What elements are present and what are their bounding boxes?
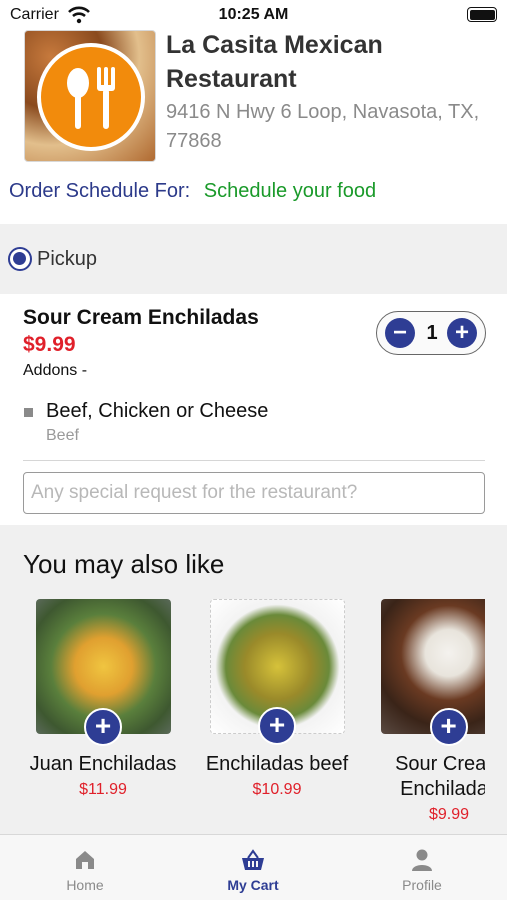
increase-quantity-button[interactable]: + bbox=[447, 318, 477, 348]
product-price: $11.99 bbox=[79, 781, 127, 798]
home-icon bbox=[76, 851, 94, 869]
recommendation-card[interactable]: + Enchiladas beef $10.99 bbox=[197, 599, 357, 799]
addon-name: Beef, Chicken or Cheese bbox=[46, 400, 269, 422]
order-type-section: Pickup bbox=[0, 224, 507, 294]
recommendations-section: You may also like + Juan Enchiladas $11.… bbox=[0, 525, 507, 835]
schedule-label: Order Schedule For: bbox=[9, 180, 191, 202]
add-to-cart-button[interactable]: + bbox=[84, 708, 122, 746]
addon-value: Beef bbox=[46, 427, 79, 444]
quantity-stepper: − 1 + bbox=[376, 311, 486, 355]
product-price: $9.99 bbox=[428, 806, 470, 823]
battery-icon bbox=[467, 7, 497, 22]
divider bbox=[23, 460, 485, 461]
add-to-cart-button[interactable]: + bbox=[258, 707, 296, 745]
clock: 10:25 AM bbox=[218, 6, 289, 23]
restaurant-logo bbox=[24, 30, 156, 162]
product-price: $10.99 bbox=[252, 781, 302, 798]
cart-item-price: $9.99 bbox=[23, 333, 76, 356]
add-to-cart-button[interactable]: + bbox=[429, 708, 468, 746]
product-image[interactable]: + bbox=[209, 599, 345, 745]
tab-home[interactable]: Home bbox=[25, 847, 145, 893]
product-name: Sour Cream Enchiladas bbox=[395, 753, 485, 800]
restaurant-name: La Casita Mexican Restaurant bbox=[166, 31, 383, 93]
recommendation-card[interactable]: + Sour Cream Enchiladas $9.99 bbox=[369, 599, 485, 824]
tab-label: Profile bbox=[402, 877, 442, 893]
tab-bar: Home My Cart Profile bbox=[0, 834, 507, 900]
status-bar: Carrier 10:25 AM bbox=[0, 0, 507, 30]
recommendations-title: You may also like bbox=[23, 549, 225, 579]
pickup-label[interactable]: Pickup bbox=[37, 248, 97, 271]
special-request-input[interactable] bbox=[23, 472, 485, 514]
person-icon bbox=[412, 849, 432, 871]
tab-label: My Cart bbox=[227, 877, 279, 893]
cart-item-name: Sour Cream Enchiladas bbox=[23, 306, 259, 329]
tab-my-cart[interactable]: My Cart bbox=[193, 847, 313, 893]
product-name: Enchiladas beef bbox=[205, 753, 349, 775]
bullet-icon bbox=[24, 408, 33, 417]
addons-label: Addons - bbox=[23, 362, 88, 379]
pickup-radio[interactable] bbox=[8, 247, 32, 271]
tab-label: Home bbox=[66, 877, 104, 893]
recommendation-card[interactable]: + Juan Enchiladas $11.99 bbox=[23, 599, 183, 799]
fork-spoon-icon bbox=[67, 67, 115, 129]
product-image[interactable]: + bbox=[35, 599, 171, 746]
product-image[interactable]: + bbox=[381, 599, 485, 746]
product-name: Juan Enchiladas bbox=[29, 753, 177, 775]
schedule-row[interactable]: Order Schedule For: Schedule your food bbox=[9, 180, 376, 203]
restaurant-address: 9416 N Hwy 6 Loop, Navasota, TX, 77868 bbox=[166, 101, 480, 152]
basket-icon bbox=[242, 849, 264, 870]
tab-profile[interactable]: Profile bbox=[362, 847, 482, 893]
schedule-link[interactable]: Schedule your food bbox=[204, 180, 376, 202]
